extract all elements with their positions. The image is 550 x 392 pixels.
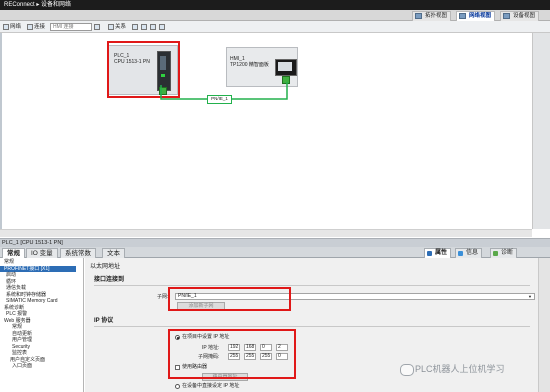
ip-on-device-label: 在设备中直接设定 IP 地址 — [182, 383, 240, 389]
view-switch-bar: 拓扑视图 网络视图 设备视图 — [0, 10, 550, 22]
topology-icon — [415, 13, 422, 19]
properties-tabs: 常规 IO 变量 系统常数 文本 属性 信息 诊断 — [0, 247, 550, 259]
chevron-down-icon[interactable]: ▼ — [528, 294, 532, 299]
info-icon — [458, 251, 463, 256]
device-icon — [503, 13, 510, 19]
ip-section-header: IP 协议 — [94, 317, 530, 327]
network-button[interactable]: 网络 — [3, 23, 21, 31]
properties-icon — [427, 251, 432, 256]
tab-system-constants[interactable]: 系统常数 — [60, 248, 96, 258]
properties-scrollbar[interactable] — [538, 258, 550, 392]
ip-highlight-box — [168, 329, 296, 379]
project-name: REConnect — [4, 2, 35, 8]
subnet-highlight-box — [168, 287, 291, 311]
canvas-vertical-scrollbar[interactable] — [532, 33, 550, 229]
zoom-icon[interactable] — [159, 23, 166, 31]
network-line[interactable] — [2, 33, 534, 229]
wechat-icon — [400, 364, 414, 376]
connection-button[interactable]: 连接 — [27, 23, 45, 31]
canvas-horizontal-scrollbar[interactable] — [0, 229, 532, 237]
subnet-label[interactable]: PN/IE_1 — [207, 95, 232, 104]
ethernet-section-title: 以太网地址 — [90, 264, 121, 270]
toolbar-icon-3[interactable] — [150, 23, 157, 31]
relation-button[interactable]: 关系 — [108, 23, 126, 31]
toolbar-icon-2[interactable] — [141, 23, 148, 31]
tab-general[interactable]: 常规 — [2, 248, 25, 258]
connection-type-select[interactable]: HMI 连接 — [50, 23, 92, 31]
tab-texts[interactable]: 文本 — [102, 248, 125, 258]
nav-item[interactable]: 入口页面 — [0, 363, 32, 370]
ip-on-device-radio[interactable] — [175, 384, 180, 389]
title-bar: REConnect ▸ 设备和网络 — [0, 0, 550, 10]
network-toolbar: 网络 连接 HMI 连接 关系 — [0, 21, 550, 33]
tab-io-tags[interactable]: IO 变量 — [26, 248, 58, 258]
connection-icon — [27, 23, 33, 30]
network-icon — [459, 13, 466, 19]
watermark-text: PLC机器人上位机学习 — [415, 364, 505, 374]
interface-section-header: 接口连接到 — [94, 276, 530, 286]
network-canvas[interactable]: PLC_1 CPU 1513-1 PN HMI_1 TP1200 精智面板 PN… — [0, 33, 532, 229]
relation-icon — [108, 23, 114, 30]
properties-nav-tree: 常规 PROFINET接口 [X1] 启动 循环 通信负载 系统和时钟存储器 S… — [0, 258, 84, 392]
dropdown-icon[interactable] — [94, 23, 101, 31]
network-icon — [3, 23, 9, 30]
properties-title: PLC_1 [CPU 1513-1 PN] — [2, 240, 63, 246]
toolbar-icon-1[interactable] — [132, 23, 139, 31]
subnet-label: 子网: — [157, 294, 169, 300]
diagnostics-icon — [493, 251, 498, 256]
properties-content: 以太网地址 接口连接到 子网: PN/IE_1 ▼ 添加新子网 IP 协议 在项… — [85, 258, 538, 392]
page-title: 设备和网络 — [41, 2, 72, 8]
properties-header: PLC_1 [CPU 1513-1 PN] — [0, 238, 550, 247]
